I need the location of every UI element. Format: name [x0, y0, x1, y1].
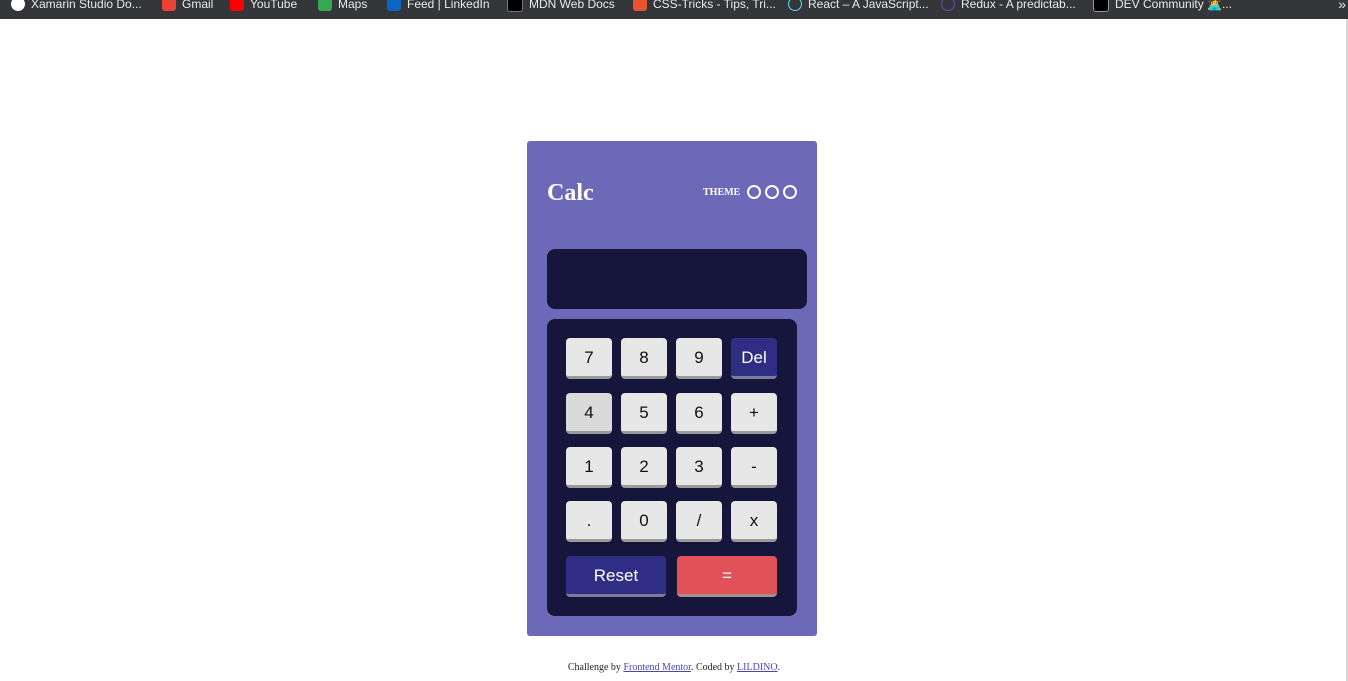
attribution-text: . Coded by: [690, 662, 738, 673]
bookmark-gmail[interactable]: Gmail: [162, 0, 213, 14]
key-4[interactable]: 4: [566, 393, 612, 434]
linkedin-icon: [387, 0, 401, 11]
bookmark-xamarin[interactable]: Xamarin Studio Do...: [11, 0, 142, 14]
key-minus[interactable]: -: [731, 447, 777, 488]
attribution-text: Challenge by: [567, 662, 624, 673]
bookmark-label: Maps: [338, 0, 368, 11]
theme-label: THEME: [703, 186, 741, 198]
bookmarks-overflow-button[interactable]: »: [1338, 0, 1346, 14]
bookmark-css-tricks[interactable]: CSS-Tricks - Tips, Tri...: [633, 0, 776, 14]
calculator: Calc THEME 7 8 9 Del 4 5 6 + 1 2 3 - . 0…: [527, 141, 817, 636]
frontend-mentor-link[interactable]: Frontend Mentor: [623, 662, 691, 673]
key-decimal[interactable]: .: [566, 501, 612, 542]
bookmark-label: MDN Web Docs: [529, 0, 615, 11]
theme-switcher: THEME: [703, 185, 798, 199]
bookmark-mdn[interactable]: MDN Web Docs: [507, 0, 615, 14]
youtube-icon: [230, 0, 244, 11]
equals-button[interactable]: =: [677, 556, 777, 597]
theme-option-2[interactable]: [765, 185, 780, 199]
bookmark-label: CSS-Tricks - Tips, Tri...: [653, 0, 776, 11]
theme-option-1[interactable]: [747, 185, 762, 199]
delete-button[interactable]: Del: [731, 338, 777, 379]
attribution: Challenge by Frontend Mentor. Coded by L…: [0, 662, 1348, 673]
bookmark-redux[interactable]: Redux - A predictab...: [941, 0, 1076, 14]
key-0[interactable]: 0: [621, 501, 667, 542]
xamarin-icon: [11, 0, 25, 11]
maps-icon: [318, 0, 332, 11]
bookmark-label: Feed | LinkedIn: [407, 0, 490, 11]
keypad: 7 8 9 Del 4 5 6 + 1 2 3 - . 0 / x Reset …: [547, 319, 797, 616]
key-2[interactable]: 2: [621, 447, 667, 488]
key-5[interactable]: 5: [621, 393, 667, 434]
key-9[interactable]: 9: [676, 338, 722, 379]
css-tricks-icon: [633, 0, 647, 11]
calculator-display: [547, 249, 807, 309]
mdn-icon: [507, 0, 523, 12]
key-7[interactable]: 7: [566, 338, 612, 379]
key-divide[interactable]: /: [676, 501, 722, 542]
bookmark-label: React – A JavaScript...: [808, 0, 929, 11]
key-8[interactable]: 8: [621, 338, 667, 379]
bookmark-label: Xamarin Studio Do...: [31, 0, 142, 11]
bookmark-label: YouTube: [250, 0, 298, 11]
redux-icon: [941, 0, 955, 11]
bookmark-label: DEV Community 👩‍💻...: [1115, 0, 1232, 11]
dev-icon: [1093, 0, 1109, 12]
bookmarks-bar: Xamarin Studio Do... Gmail YouTube Maps …: [0, 0, 1348, 19]
bookmark-linkedin[interactable]: Feed | LinkedIn: [387, 0, 490, 14]
gmail-icon: [162, 0, 176, 11]
bookmark-dev[interactable]: DEV Community 👩‍💻...: [1093, 0, 1232, 14]
theme-option-3[interactable]: [783, 185, 798, 199]
author-link[interactable]: LILDINO: [737, 662, 778, 673]
key-6[interactable]: 6: [676, 393, 722, 434]
key-1[interactable]: 1: [566, 447, 612, 488]
key-multiply[interactable]: x: [731, 501, 777, 542]
bookmark-maps[interactable]: Maps: [318, 0, 367, 14]
attribution-text: .: [777, 662, 781, 673]
key-3[interactable]: 3: [676, 447, 722, 488]
key-plus[interactable]: +: [731, 393, 777, 434]
reset-button[interactable]: Reset: [566, 556, 666, 597]
bookmark-react[interactable]: React – A JavaScript...: [788, 0, 929, 14]
bookmark-label: Redux - A predictab...: [961, 0, 1076, 11]
react-icon: [788, 0, 802, 11]
calculator-title: Calc: [547, 180, 594, 206]
bookmark-label: Gmail: [182, 0, 214, 11]
bookmark-youtube[interactable]: YouTube: [230, 0, 297, 14]
